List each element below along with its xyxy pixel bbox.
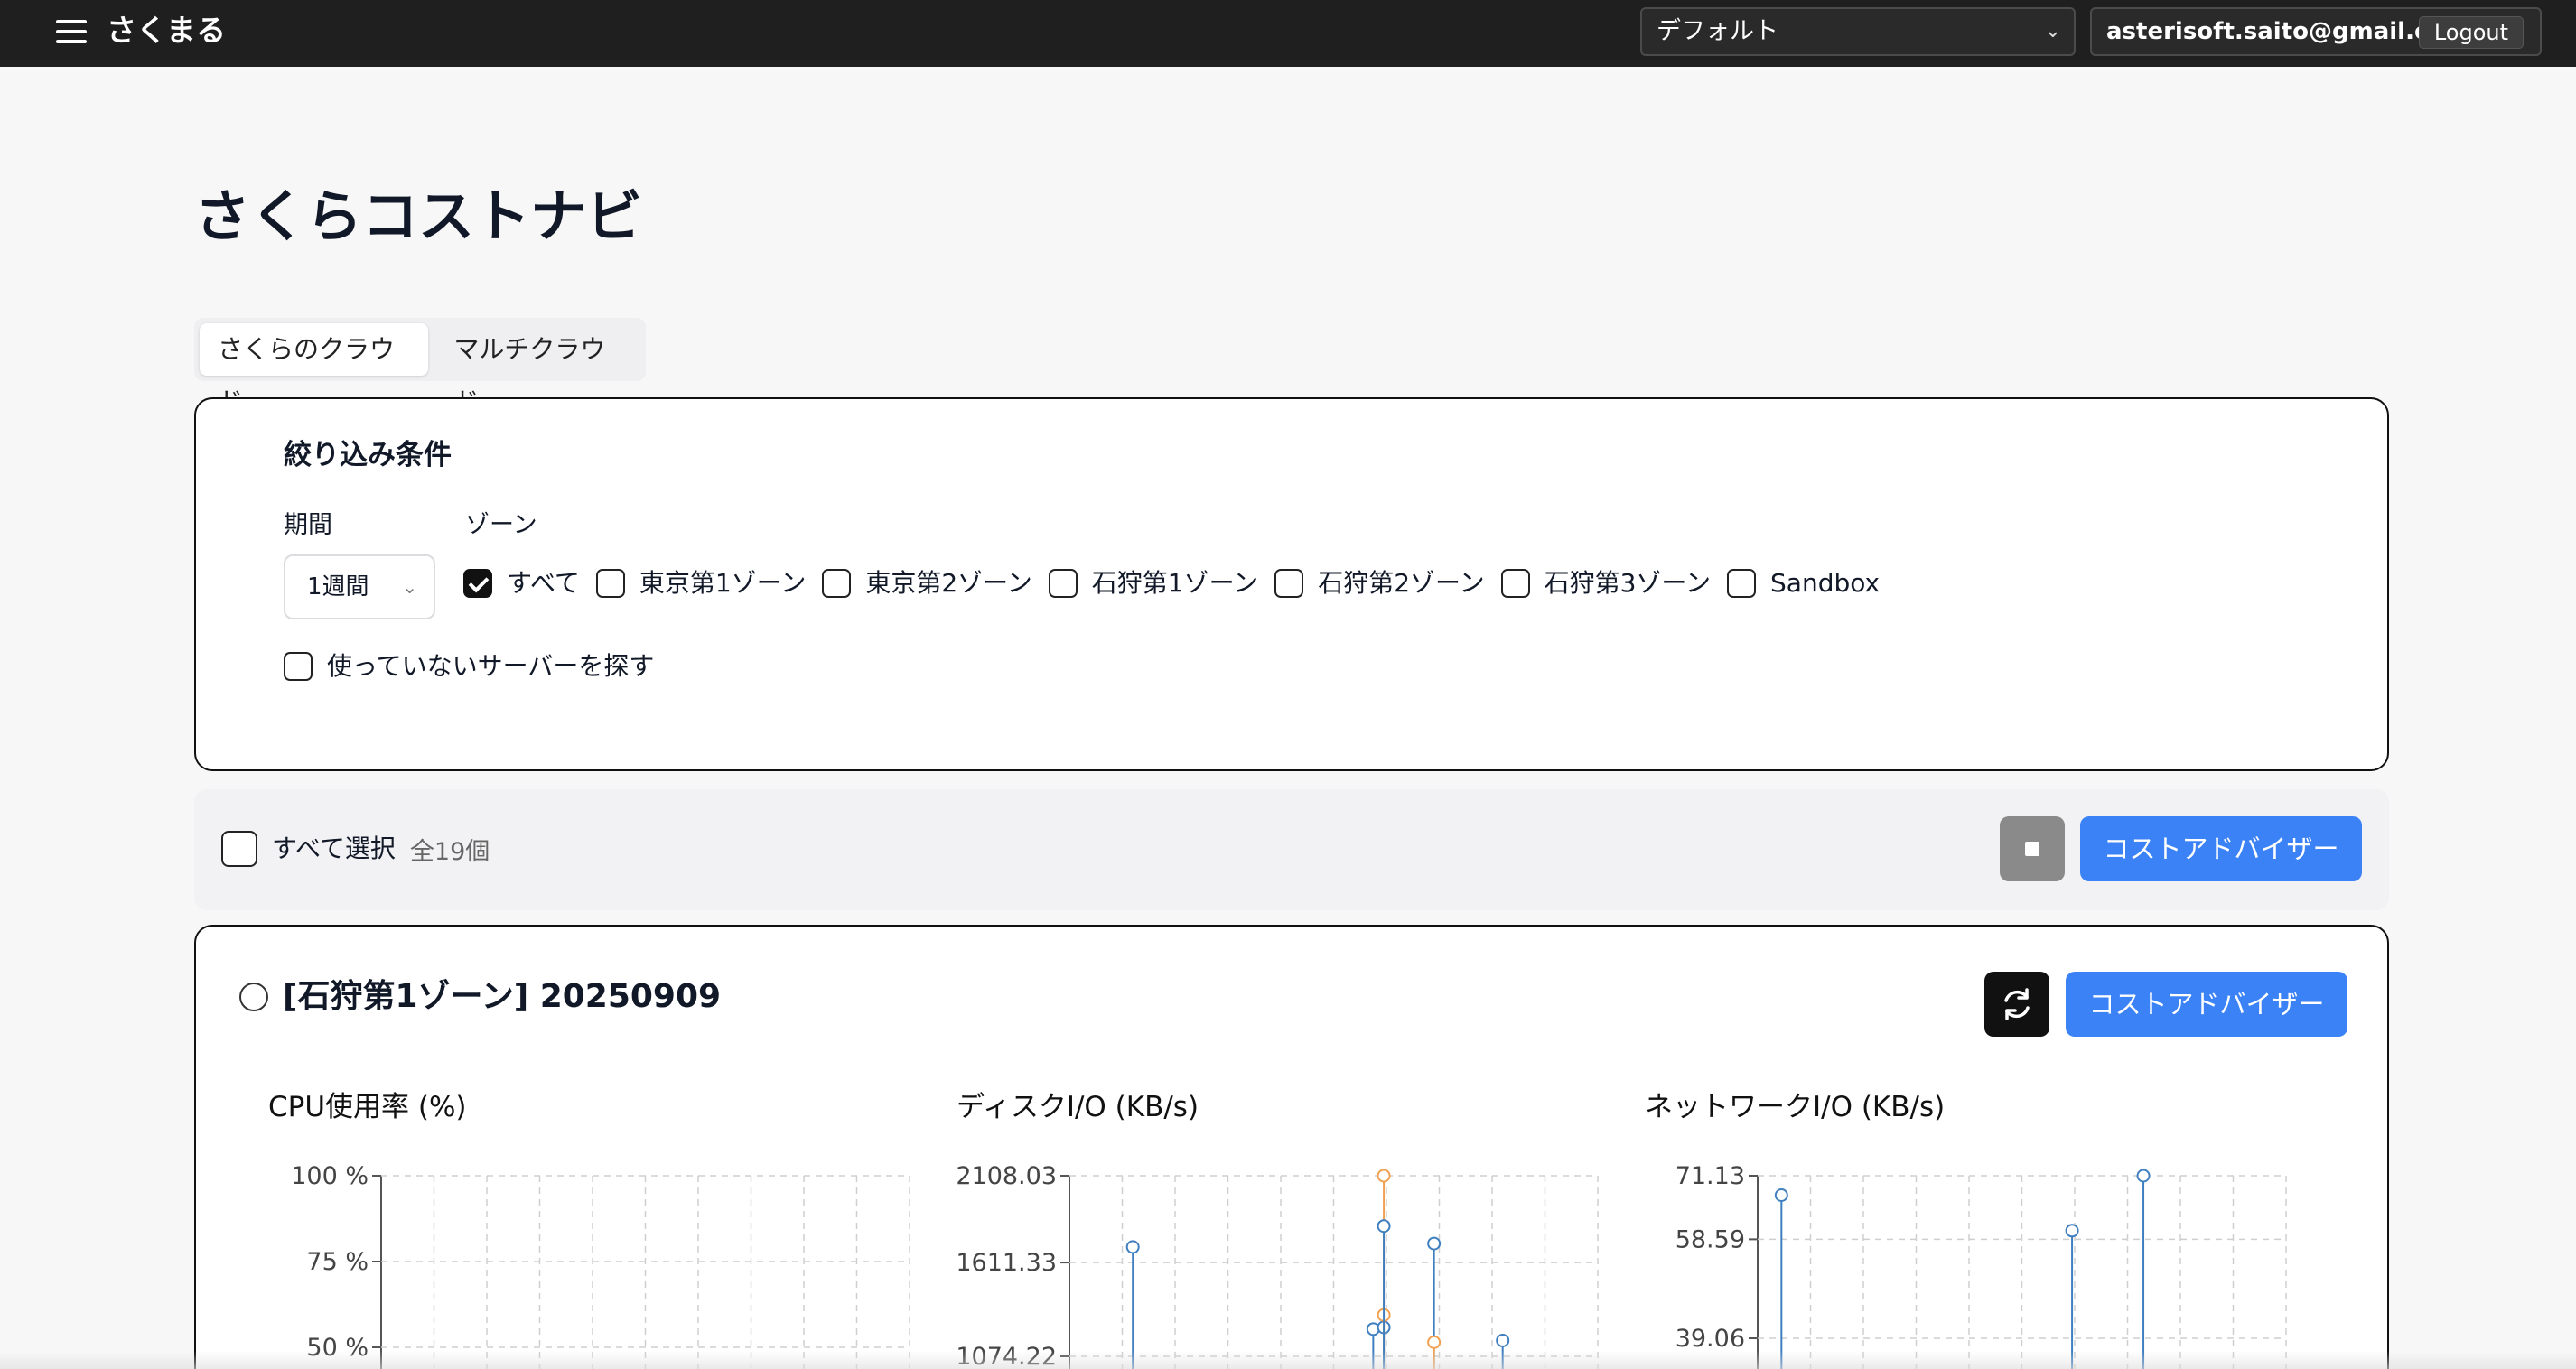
unused-servers-checkbox[interactable]: [284, 652, 313, 681]
workspace-select[interactable]: デフォルト ⌄: [1640, 7, 2076, 56]
stop-button[interactable]: [2000, 816, 2065, 881]
tab-multi-cloud[interactable]: マルチクラウド: [435, 323, 640, 416]
select-all-label: すべて選択: [272, 834, 396, 863]
cpu-usage-chart: 100 %75 %50 %: [291, 1162, 910, 1369]
zone-option-all[interactable]: すべて: [463, 567, 580, 600]
refresh-button[interactable]: [1984, 972, 2049, 1037]
period-label: 期間: [284, 511, 332, 539]
server-checkbox[interactable]: [239, 983, 268, 1011]
zone-option-label: すべて: [507, 568, 580, 598]
data-point: [1377, 1219, 1391, 1234]
tab-bar: さくらのクラウド マルチクラウド: [194, 318, 646, 416]
server-count: 全19個: [409, 837, 490, 866]
y-tick-label: 75 %: [306, 1248, 369, 1276]
zone-checkbox[interactable]: [1048, 569, 1078, 598]
tab-sakura-cloud[interactable]: さくらのクラウド: [200, 323, 429, 416]
filter-heading: 絞り込み条件: [284, 439, 452, 471]
data-point: [1427, 1236, 1442, 1251]
data-point: [1496, 1333, 1510, 1347]
selection-toolbar: すべて選択 全19個 コストアドバイザー: [194, 789, 2389, 910]
y-tick-label: 58.59: [1675, 1225, 1745, 1253]
top-bar: さくまる デフォルト ⌄ asterisoft.saito@gmail.com …: [0, 0, 2576, 67]
zone-checkbox[interactable]: [1500, 569, 1530, 598]
zone-option-ishikari2[interactable]: 石狩第2ゾーン: [1274, 567, 1485, 600]
chevron-down-icon: ⌄: [402, 576, 417, 598]
network-chart-title: ネットワークI/O (KB/s): [1645, 1091, 1946, 1123]
zone-option-label: 石狩第2ゾーン: [1318, 568, 1485, 598]
data-point: [2136, 1169, 2151, 1183]
logout-button[interactable]: Logout: [2418, 16, 2524, 49]
network-io-chart: 71.13 58.59 39.06: [1675, 1162, 2287, 1369]
server-card: [石狩第1ゾーン] 20250909 コストアドバイザー CPU使用率 (%) …: [194, 925, 2389, 1369]
refresh-icon: [2004, 988, 2030, 1020]
server-title: [石狩第1ゾーン] 20250909: [283, 978, 722, 1015]
period-value: 1週間: [307, 573, 369, 601]
data-point: [1427, 1335, 1442, 1349]
zone-checkbox[interactable]: [822, 569, 852, 598]
user-email: asterisoft.saito@gmail.com: [2106, 18, 2469, 45]
data-point: [1774, 1187, 1788, 1202]
zone-checkbox[interactable]: [463, 569, 492, 598]
disk-chart-title: ディスクI/O (KB/s): [957, 1091, 1199, 1123]
zone-option-label: 石狩第3ゾーン: [1544, 568, 1712, 598]
server-cost-advisor-button[interactable]: コストアドバイザー: [2066, 972, 2347, 1037]
zone-option-label: 東京第1ゾーン: [639, 568, 807, 598]
cpu-chart-title: CPU使用率 (%): [268, 1091, 467, 1123]
zone-checkbox[interactable]: [595, 569, 625, 598]
server-header[interactable]: [石狩第1ゾーン] 20250909: [239, 977, 721, 1017]
zone-option-label: Sandbox: [1770, 568, 1881, 598]
page-title: さくらコストナビ: [194, 183, 643, 249]
zone-checkbox-group: すべて 東京第1ゾーン 東京第2ゾーン 石狩第1ゾーン 石狩第2ゾーン 石狩第3…: [463, 556, 1896, 610]
zone-option-label: 石狩第1ゾーン: [1091, 568, 1259, 598]
zone-option-ishikari3[interactable]: 石狩第3ゾーン: [1500, 567, 1712, 600]
zone-option-label: 東京第2ゾーン: [865, 568, 1032, 598]
filter-card: 絞り込み条件 期間 1週間 ⌄ ゾーン すべて 東京第1ゾーン 東京第2ゾーン …: [194, 397, 2389, 771]
y-tick-label: 100 %: [291, 1162, 369, 1190]
bottom-fade: [0, 1351, 2576, 1369]
select-all-checkbox[interactable]: [221, 831, 257, 867]
unused-servers-label: 使っていないサーバーを探す: [327, 651, 655, 681]
y-tick-label: 71.13: [1675, 1162, 1745, 1190]
zone-checkbox[interactable]: [1274, 569, 1304, 598]
zone-label: ゾーン: [465, 511, 537, 539]
workspace-value: デフォルト: [1657, 17, 1778, 45]
zone-checkbox[interactable]: [1727, 569, 1757, 598]
chevron-down-icon: ⌄: [2044, 20, 2061, 42]
menu-icon[interactable]: [56, 20, 89, 45]
unused-servers-option[interactable]: 使っていないサーバーを探す: [284, 650, 654, 683]
data-point: [1125, 1240, 1140, 1254]
zone-option-ishikari1[interactable]: 石狩第1ゾーン: [1048, 567, 1259, 600]
select-all-option[interactable]: すべて選択 全19個: [221, 831, 490, 867]
y-tick-label: 1611.33: [956, 1249, 1057, 1277]
period-select[interactable]: 1週間 ⌄: [284, 554, 435, 619]
zone-option-tokyo2[interactable]: 東京第2ゾーン: [822, 567, 1032, 600]
y-tick-label: 2108.03: [956, 1162, 1057, 1190]
data-point: [1377, 1169, 1391, 1183]
data-point: [2065, 1224, 2079, 1238]
brand-name[interactable]: さくまる: [107, 11, 226, 51]
zone-option-sandbox[interactable]: Sandbox: [1727, 567, 1880, 600]
disk-io-chart: 2108.031611.331074.22: [956, 1162, 1599, 1369]
zone-option-tokyo1[interactable]: 東京第1ゾーン: [595, 567, 807, 600]
cost-advisor-button[interactable]: コストアドバイザー: [2080, 816, 2362, 881]
user-box: asterisoft.saito@gmail.com Logout: [2090, 7, 2542, 56]
y-tick-label: 39.06: [1675, 1325, 1745, 1353]
